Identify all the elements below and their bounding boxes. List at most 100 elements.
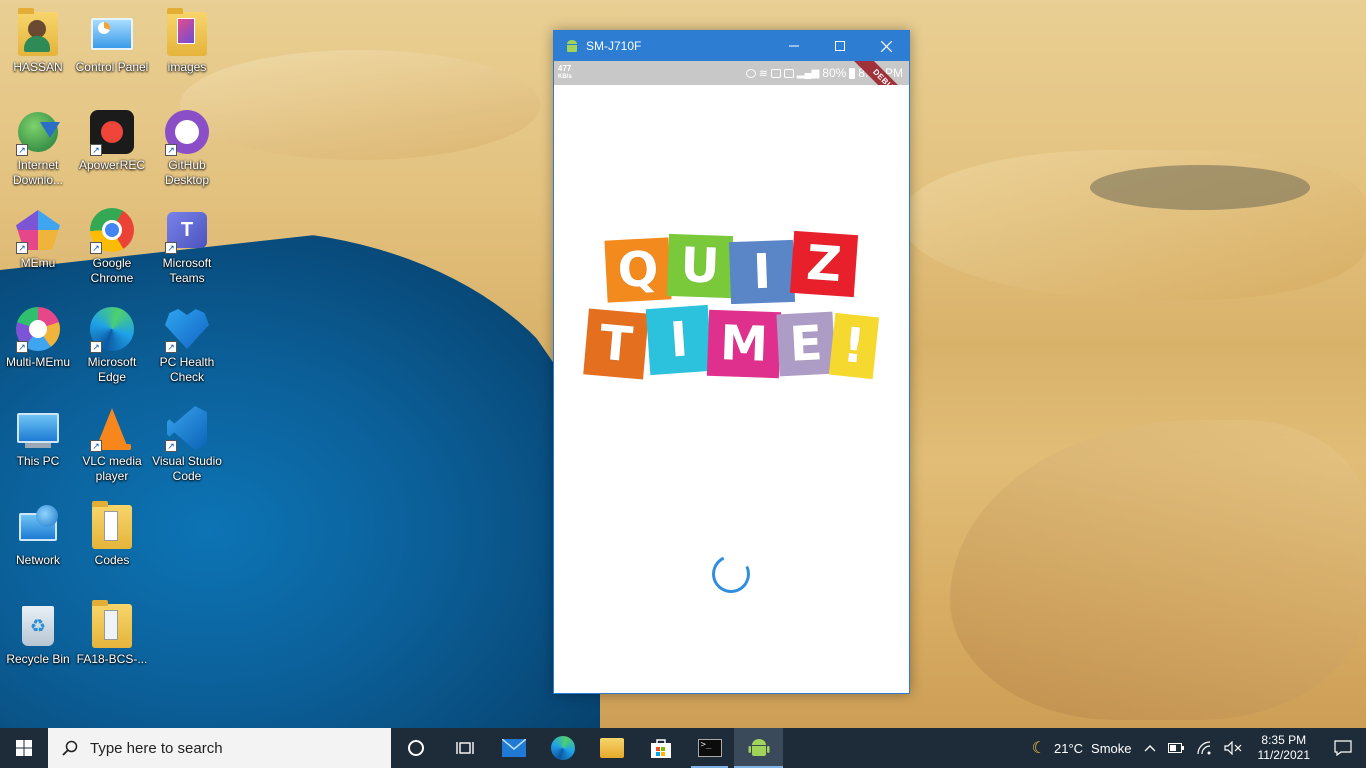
weather-widget[interactable]: ☾ 21°C Smoke xyxy=(1026,728,1138,768)
control-panel-icon xyxy=(88,10,136,58)
desktop-icon-github-desktop[interactable]: ↗ GitHub Desktop xyxy=(149,108,225,188)
recycle-bin-icon: ♻ xyxy=(14,602,62,650)
logo-tile-e: E xyxy=(776,311,836,377)
cortana-icon xyxy=(407,740,424,756)
github-icon: ↗ xyxy=(163,108,211,156)
desktop-icon-label: VLC media player xyxy=(82,454,142,483)
taskbar-clock[interactable]: 8:35 PM 11/2/2021 xyxy=(1248,728,1321,768)
taskbar-search-box[interactable]: Type here to search xyxy=(48,728,391,768)
alarm-icon xyxy=(745,68,756,78)
desktop-icon-microsoft-teams[interactable]: T ↗ Microsoft Teams xyxy=(149,206,225,286)
signal-icon: ▂▄▆ xyxy=(796,67,820,79)
desktop-icon-codes[interactable]: Codes xyxy=(74,501,150,568)
logo-tile-i: I xyxy=(728,239,796,305)
emulator-window[interactable]: SM-J710F 477 KB/s ≋ ▂▄▆ 80% 8:35 PM DEBU… xyxy=(553,30,910,694)
desktop-icon-label: Visual Studio Code xyxy=(152,454,222,483)
task-view-button[interactable] xyxy=(440,728,489,768)
desktop-icon-recycle-bin[interactable]: ♻ Recycle Bin xyxy=(0,602,76,667)
desktop-icon-label: FA18-BCS-... xyxy=(76,652,148,666)
taskbar-edge[interactable] xyxy=(538,728,587,768)
loading-spinner xyxy=(706,549,756,599)
close-button[interactable] xyxy=(863,31,909,61)
desktop-icon-network[interactable]: Network xyxy=(0,503,76,568)
desktop-icon-pc-health-check[interactable]: ↗ PC Health Check xyxy=(149,305,225,385)
window-titlebar[interactable]: SM-J710F xyxy=(554,31,909,61)
taskbar-mail[interactable] xyxy=(489,728,538,768)
app-screen[interactable]: Q U I Z T I M E ! xyxy=(554,85,909,693)
android-status-bar: 477 KB/s ≋ ▂▄▆ 80% 8:35 PM DEBUG xyxy=(554,61,909,85)
apowerrec-icon: ↗ xyxy=(88,108,136,156)
desktop-icon-vlc[interactable]: ↗ VLC media player xyxy=(74,404,150,484)
network-speed: 477 KB/s xyxy=(558,64,572,81)
desktop-icon-label: Microsoft Teams xyxy=(162,256,212,285)
taskbar-terminal[interactable]: >_ xyxy=(685,728,734,768)
weather-condition: Smoke xyxy=(1091,740,1132,756)
taskbar-store[interactable] xyxy=(636,728,685,768)
desktop-icon-google-chrome[interactable]: ↗ Google Chrome xyxy=(74,206,150,286)
maximize-icon xyxy=(835,41,845,51)
globe-download-icon: ↗ xyxy=(14,108,62,156)
wallpaper-shadow xyxy=(1090,165,1310,210)
desktop-icon-control-panel[interactable]: Control Panel xyxy=(74,10,150,75)
desktop-icon-hassan[interactable]: HASSAN xyxy=(0,8,76,75)
notification-icon xyxy=(1334,740,1352,756)
vscode-icon: ↗ xyxy=(163,404,211,452)
desktop-icon-microsoft-edge[interactable]: ↗ Microsoft Edge xyxy=(74,305,150,385)
desktop-icon-label: GitHub Desktop xyxy=(164,158,210,187)
edge-icon xyxy=(550,736,575,760)
battery-percent: 80% xyxy=(822,66,847,80)
wifi-icon: ≋ xyxy=(758,67,768,80)
desktop-icon-vscode[interactable]: ↗ Visual Studio Code xyxy=(149,404,225,484)
memu-icon: ↗ xyxy=(14,206,62,254)
desktop-icon-label: PC Health Check xyxy=(159,355,215,384)
multi-memu-icon: ↗ xyxy=(14,305,62,353)
desktop-icon-apowerrec[interactable]: ↗ ApowerREC xyxy=(74,108,150,173)
minimize-icon xyxy=(789,45,799,47)
logo-tile-u: U xyxy=(666,233,734,299)
minimize-button[interactable] xyxy=(771,31,817,61)
window-title: SM-J710F xyxy=(586,39,642,53)
battery-icon xyxy=(849,67,856,79)
desktop-icon-label: Multi-MEmu xyxy=(5,355,70,369)
cortana-button[interactable] xyxy=(391,728,440,768)
logo-tile-m: M xyxy=(706,309,782,379)
desktop-icon-label: HASSAN xyxy=(13,60,63,74)
system-tray: ☾ 21°C Smoke 8:35 PM 11/2/2021 xyxy=(1026,728,1366,768)
edge-icon: ↗ xyxy=(88,305,136,353)
desktop-icon-internet-download-manager[interactable]: ↗ Internet Downlo... xyxy=(0,108,76,188)
action-center-button[interactable] xyxy=(1320,728,1366,768)
desktop-icon-fa18-bcs[interactable]: FA18-BCS-... xyxy=(74,600,150,667)
logo-tile-t: T xyxy=(583,308,649,380)
taskbar: Type here to search >_ ☾ 21°C Smoke 8:35… xyxy=(0,728,1366,768)
battery-icon xyxy=(1167,743,1184,753)
desktop-icon-images[interactable]: images xyxy=(149,8,225,75)
data-saver-icon xyxy=(770,68,781,78)
taskbar-file-explorer[interactable] xyxy=(587,728,636,768)
moon-icon: ☾ xyxy=(1031,740,1046,757)
volume-tray-button[interactable] xyxy=(1218,728,1248,768)
mail-icon xyxy=(501,739,526,757)
vlc-cone-icon: ↗ xyxy=(88,404,136,452)
desktop-icon-label: Network xyxy=(15,553,60,567)
logo-tile-z: Z xyxy=(789,230,859,298)
terminal-icon: >_ xyxy=(697,739,722,757)
wallpaper-dune xyxy=(950,420,1366,720)
taskbar-android-emulator[interactable] xyxy=(734,728,783,768)
android-emulator-icon xyxy=(748,739,769,756)
battery-tray-button[interactable] xyxy=(1162,728,1190,768)
start-button[interactable] xyxy=(0,728,48,768)
chevron-up-icon xyxy=(1144,745,1155,752)
weather-temp: 21°C xyxy=(1053,740,1084,756)
store-icon xyxy=(650,739,671,758)
search-icon xyxy=(62,740,78,756)
maximize-button[interactable] xyxy=(817,31,863,61)
volume-muted-icon xyxy=(1223,741,1241,755)
desktop-icon-this-pc[interactable]: This PC xyxy=(0,404,76,469)
sim-icon xyxy=(783,68,794,78)
network-tray-button[interactable] xyxy=(1190,728,1218,768)
desktop-icon-memu[interactable]: ↗ MEmu xyxy=(0,206,76,271)
logo-tile-q: Q xyxy=(604,237,672,303)
desktop-icon-multi-memu[interactable]: ↗ Multi-MEmu xyxy=(0,305,76,370)
show-hidden-icons-button[interactable] xyxy=(1138,728,1162,768)
teams-icon: T ↗ xyxy=(163,206,211,254)
